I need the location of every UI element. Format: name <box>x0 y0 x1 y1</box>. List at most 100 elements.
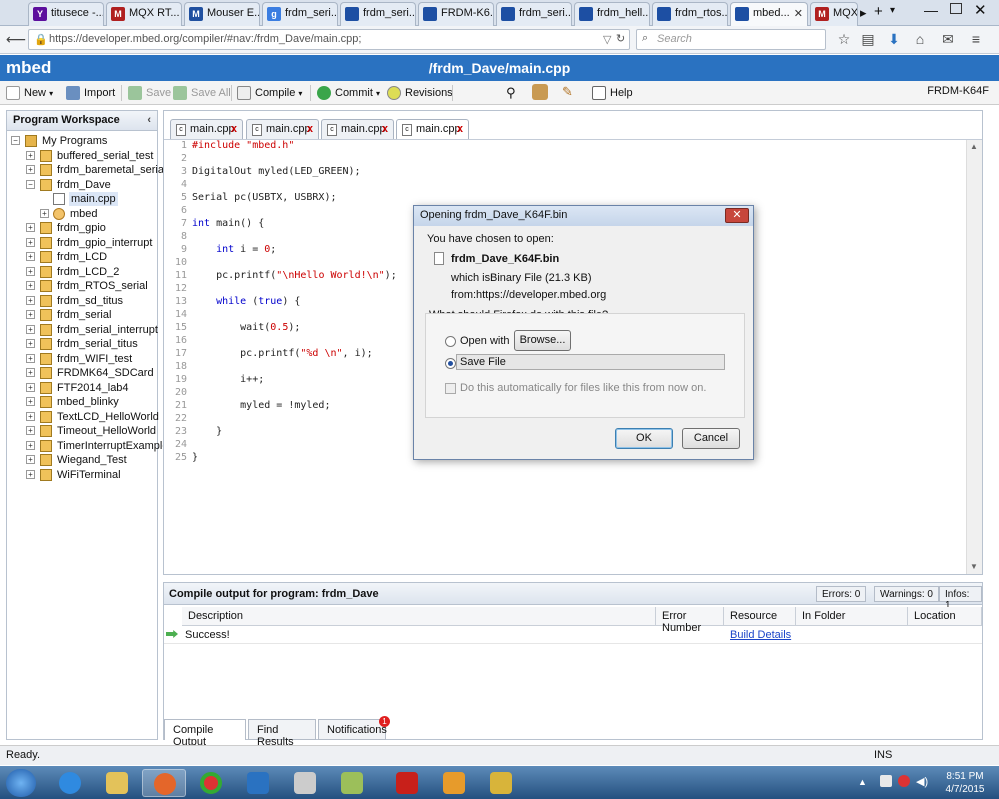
compile-button[interactable]: Compile ▾ <box>237 85 302 101</box>
start-button[interactable] <box>6 769 36 797</box>
dropdown-icon[interactable]: ▽ <box>603 33 611 46</box>
bookmark-star-icon[interactable]: ☆ <box>836 31 852 47</box>
expand-toggle[interactable]: + <box>26 354 35 363</box>
tray-expand-icon[interactable]: ▲ <box>858 777 867 787</box>
close-tab-icon[interactable]: x <box>231 123 237 135</box>
menu-icon[interactable]: ≡ <box>968 31 984 47</box>
help-button[interactable]: Help <box>592 85 633 101</box>
bookmarks-list-icon[interactable]: ▤ <box>860 31 876 47</box>
maximize-window-icon[interactable] <box>950 3 962 14</box>
collapse-toggle[interactable]: − <box>26 180 35 189</box>
cancel-button[interactable]: Cancel <box>682 428 740 449</box>
expand-toggle[interactable]: + <box>26 151 35 160</box>
expand-toggle[interactable]: + <box>26 165 35 174</box>
import-button[interactable]: Import <box>66 85 115 101</box>
flag-icon[interactable] <box>880 775 892 787</box>
expand-toggle[interactable]: + <box>26 238 35 247</box>
reload-icon[interactable]: ↻ <box>616 32 625 45</box>
chat-icon[interactable]: ✉ <box>940 31 956 47</box>
close-tab-icon[interactable]: x <box>382 123 388 135</box>
new-tab-icon[interactable]: + <box>874 3 883 20</box>
expand-toggle[interactable]: + <box>26 455 35 464</box>
platform-selector[interactable]: FRDM-K64F <box>927 85 989 97</box>
column-description[interactable]: Description <box>182 607 656 626</box>
list-tabs-icon[interactable]: ▾ <box>890 5 895 16</box>
editor-tab-active[interactable]: c main.cpp x <box>396 119 469 140</box>
expand-toggle[interactable]: + <box>26 252 35 261</box>
tab-notifications[interactable]: Notifications <box>318 719 387 740</box>
expand-toggle[interactable]: + <box>26 325 35 334</box>
back-icon[interactable]: ⟵ <box>6 31 26 47</box>
expand-toggle[interactable]: + <box>26 412 35 421</box>
browser-tab[interactable]: g frdm_seri... <box>262 2 338 26</box>
home-icon[interactable]: ⌂ <box>912 31 928 47</box>
taskbar-vm[interactable] <box>283 769 327 797</box>
expand-toggle[interactable]: + <box>26 368 35 377</box>
volume-icon[interactable]: ◀) <box>916 775 928 788</box>
close-tab-icon[interactable]: x <box>307 123 313 135</box>
tab-compile-output[interactable]: Compile Output <box>164 719 246 748</box>
revisions-button[interactable]: Revisions <box>387 85 453 101</box>
collapse-panel-icon[interactable]: ‹ <box>147 114 151 126</box>
browser-tab[interactable]: Ytitusece -... <box>28 2 104 26</box>
url-bar[interactable]: 🔒 https://developer.mbed.org/compiler/#n… <box>28 29 630 50</box>
library-icon[interactable] <box>532 84 548 100</box>
scroll-down-icon[interactable]: ▼ <box>970 562 978 571</box>
taskbar-firefox[interactable] <box>142 769 186 797</box>
expand-toggle[interactable]: + <box>26 281 35 290</box>
expand-toggle[interactable]: + <box>26 296 35 305</box>
taskbar-ie[interactable] <box>48 769 92 797</box>
clock[interactable]: 8:51 PM 4/7/2015 <box>937 770 993 796</box>
save-file-radio[interactable] <box>445 358 456 369</box>
column-error-number[interactable]: Error Number <box>656 607 724 634</box>
browser-tab[interactable]: frdm_seri... <box>496 2 572 26</box>
auto-checkbox[interactable] <box>445 383 456 394</box>
expand-toggle[interactable]: + <box>26 310 35 319</box>
taskbar-outlook[interactable] <box>432 769 476 797</box>
tab-find-results[interactable]: Find Results <box>248 719 316 748</box>
commit-button[interactable]: Commit ▾ <box>317 85 380 101</box>
editor-tab[interactable]: c main.cpp x <box>246 119 319 139</box>
expand-toggle[interactable]: + <box>40 209 49 218</box>
open-with-radio[interactable] <box>445 336 456 347</box>
find-icon[interactable]: ⚲ <box>506 85 516 101</box>
browse-button[interactable]: Browse... <box>514 330 571 351</box>
collapse-toggle[interactable]: − <box>11 136 20 145</box>
close-dialog-button[interactable]: ✕ <box>725 208 749 223</box>
vertical-scrollbar[interactable]: ▲ ▼ <box>966 140 982 574</box>
expand-toggle[interactable]: + <box>26 426 35 435</box>
close-tab-icon[interactable]: ✕ <box>794 7 803 20</box>
wand-icon[interactable]: ✎ <box>562 84 573 100</box>
browser-tab[interactable]: frdm_hell... <box>574 2 650 26</box>
expand-toggle[interactable]: + <box>26 223 35 232</box>
column-location[interactable]: Location <box>908 607 982 626</box>
scroll-up-icon[interactable]: ▲ <box>970 142 978 151</box>
minimize-window-icon[interactable]: — <box>924 2 938 18</box>
browser-tab-active[interactable]: mbed... ✕ <box>730 2 808 27</box>
scroll-tabs-right-icon[interactable]: ▸ <box>860 5 867 21</box>
column-in-folder[interactable]: In Folder <box>796 607 908 626</box>
save-file-option[interactable]: Save File <box>456 354 725 370</box>
browser-tab[interactable]: M MQX <box>810 2 858 26</box>
editor-tab[interactable]: c main.cpp x <box>170 119 243 139</box>
expand-toggle[interactable]: + <box>26 339 35 348</box>
expand-toggle[interactable]: + <box>26 397 35 406</box>
network-icon[interactable] <box>898 775 910 787</box>
column-resource[interactable]: Resource <box>724 607 796 626</box>
new-button[interactable]: New ▾ <box>6 85 53 101</box>
search-input[interactable]: ⌕ Search <box>636 29 826 50</box>
expand-toggle[interactable]: + <box>26 441 35 450</box>
close-tab-icon[interactable]: x <box>457 123 463 135</box>
browser-tab[interactable]: M Mouser E... <box>184 2 260 26</box>
expand-toggle[interactable]: + <box>26 383 35 392</box>
close-window-icon[interactable]: ✕ <box>974 1 987 19</box>
taskbar-acrobat[interactable] <box>385 769 429 797</box>
save-button[interactable]: Save <box>128 85 171 101</box>
build-details-link[interactable]: Build Details <box>730 629 791 641</box>
taskbar-lync[interactable] <box>236 769 280 797</box>
ok-button[interactable]: OK <box>615 428 673 449</box>
taskbar-chrome[interactable] <box>189 769 233 797</box>
mbed-logo[interactable]: mbed <box>6 58 51 78</box>
save-all-button[interactable]: Save All <box>173 85 231 101</box>
expand-toggle[interactable]: + <box>26 470 35 479</box>
